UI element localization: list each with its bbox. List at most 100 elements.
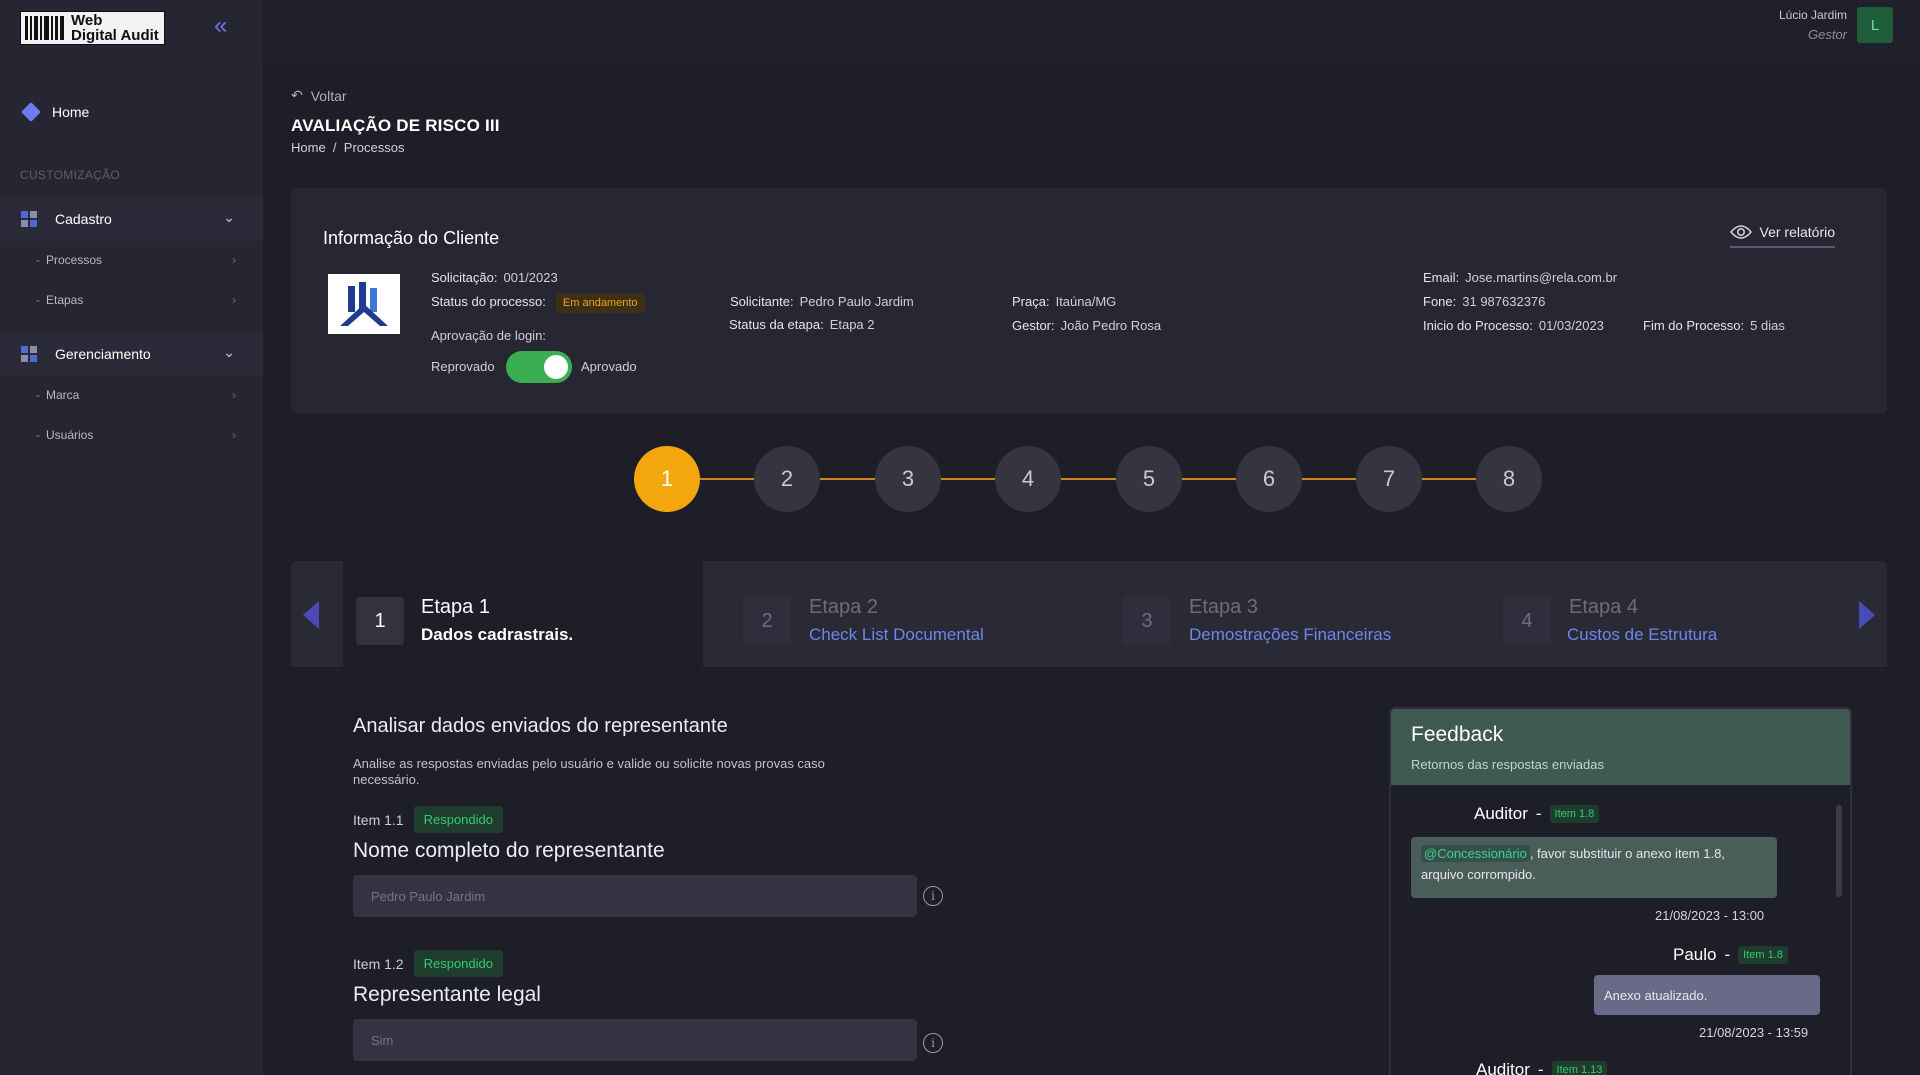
- app-logo[interactable]: Web Digital Audit: [20, 11, 165, 45]
- message-author: Auditor - Item 1.13: [1476, 1060, 1608, 1075]
- info-icon[interactable]: i: [923, 1033, 943, 1053]
- step-1[interactable]: 1: [634, 446, 700, 512]
- feedback-title: Feedback: [1411, 723, 1504, 746]
- phone: Fone: 31 987632376: [1423, 294, 1546, 309]
- grid-icon: [21, 211, 37, 227]
- view-report-button[interactable]: Ver relatório: [1729, 224, 1835, 248]
- feedback-scrollbar[interactable]: [1836, 805, 1842, 897]
- sidebar-section-label: CUSTOMIZAÇÃO: [20, 168, 121, 182]
- breadcrumb: Home / Processos: [291, 140, 404, 155]
- tab-number: 1: [356, 597, 404, 645]
- process-end: Fim do Processo: 5 dias: [1643, 318, 1785, 333]
- barcode-icon: [25, 16, 65, 40]
- status-badge: Em andamento: [555, 293, 645, 313]
- step-3[interactable]: 3: [875, 446, 941, 512]
- stage-status: Status da etapa: Etapa 2: [729, 317, 875, 332]
- message-bubble: @Concessionário, favor substituir o anex…: [1411, 837, 1777, 898]
- sidebar-group-gerenciamento[interactable]: Gerenciamento ⌄: [0, 332, 263, 376]
- message-bubble: Anexo atualizado.: [1594, 975, 1820, 1015]
- email: Email: Jose.martins@rela.com.br: [1423, 270, 1618, 285]
- tab-etapa-3[interactable]: 3 Etapa 3 Demostrações Financeiras: [1123, 561, 1483, 667]
- praca: Praça: Itaúna/MG: [1012, 294, 1117, 309]
- user-menu[interactable]: Lúcio Jardim Gestor L: [1779, 7, 1893, 43]
- tab-etapa-4[interactable]: 4 Etapa 4 Custos de Estrutura: [1503, 561, 1803, 667]
- feedback-subtitle: Retornos das respostas enviadas: [1411, 757, 1604, 772]
- stage-tabs: 1 Etapa 1 Dados cadrastrais. 2 Etapa 2 C…: [291, 561, 1887, 667]
- sidebar-item-usuarios[interactable]: - Usuários ›: [36, 425, 236, 445]
- feedback-header: Feedback Retornos das respostas enviadas: [1391, 709, 1850, 785]
- step-7[interactable]: 7: [1356, 446, 1422, 512]
- process-start: Inicio do Processo: 01/03/2023: [1423, 318, 1604, 333]
- question-title: Nome completo do representante: [353, 839, 665, 862]
- toggle-off-label: Reprovado: [431, 359, 495, 374]
- item-number: Item 1.2: [353, 955, 404, 972]
- client-info-card: Informação do Cliente Ver relatório Soli…: [291, 188, 1887, 414]
- tab-etapa-1[interactable]: 1 Etapa 1 Dados cadrastrais.: [343, 561, 703, 667]
- view-report-label: Ver relatório: [1759, 224, 1835, 240]
- sidebar-item-label: Usuários: [46, 428, 94, 442]
- message-author: Paulo - Item 1.8: [1673, 945, 1788, 965]
- page-title: AVALIAÇÃO DE RISCO III: [291, 116, 500, 135]
- question-title: Representante legal: [353, 983, 541, 1006]
- eye-icon: [1729, 225, 1752, 239]
- client-card-title: Informação do Cliente: [323, 228, 500, 248]
- feedback-panel: Feedback Retornos das respostas enviadas…: [1389, 707, 1852, 1075]
- item-number: Item 1.1: [353, 811, 404, 828]
- tab-title: Etapa 2: [809, 596, 878, 618]
- tab-prev-icon[interactable]: [303, 601, 319, 629]
- tab-etapa-2[interactable]: 2 Etapa 2 Check List Documental: [743, 561, 1103, 667]
- tab-title: Etapa 3: [1189, 596, 1258, 618]
- chevron-right-icon: ›: [232, 428, 236, 442]
- tab-next-icon[interactable]: [1859, 601, 1875, 629]
- top-bar: Lúcio Jardim Gestor L: [263, 0, 1920, 62]
- mention-tag[interactable]: @Concessionário: [1421, 845, 1530, 862]
- step-8[interactable]: 8: [1476, 446, 1542, 512]
- sidebar-item-marca[interactable]: - Marca ›: [36, 385, 236, 405]
- sidebar-item-home[interactable]: Home: [20, 100, 89, 124]
- user-role: Gestor: [1807, 27, 1847, 42]
- sidebar-item-label: Etapas: [46, 293, 84, 307]
- sidebar-item-etapas[interactable]: - Etapas ›: [36, 290, 236, 310]
- user-name: Lúcio Jardim: [1778, 8, 1847, 22]
- breadcrumb-home[interactable]: Home: [291, 140, 326, 155]
- back-link[interactable]: ↶ Voltar: [291, 87, 347, 104]
- grid-icon: [21, 346, 37, 362]
- tab-number: 2: [743, 597, 791, 645]
- chevron-right-icon: ›: [232, 293, 236, 307]
- step-2[interactable]: 2: [754, 446, 820, 512]
- sidebar-group-label: Gerenciamento: [55, 346, 151, 362]
- answer-field[interactable]: Sim: [353, 1019, 917, 1061]
- chevron-right-icon: ›: [232, 388, 236, 402]
- answer-field[interactable]: Pedro Paulo Jardim: [353, 875, 917, 917]
- process-status: Status do processo: Em andamento: [431, 293, 645, 313]
- toggle-on-label: Aprovado: [581, 359, 637, 374]
- sidebar-group-cadastro[interactable]: Cadastro ⌄: [0, 197, 263, 241]
- solicitante: Solicitante: Pedro Paulo Jardim: [730, 294, 914, 309]
- tab-number: 4: [1503, 597, 1551, 645]
- login-approval-label: Aprovação de login:: [431, 328, 546, 343]
- client-logo: [328, 274, 400, 334]
- step-5[interactable]: 5: [1116, 446, 1182, 512]
- collapse-sidebar-icon[interactable]: «: [214, 14, 227, 38]
- tab-title: Etapa 4: [1569, 596, 1638, 618]
- sidebar-item-label: Processos: [46, 253, 103, 267]
- avatar[interactable]: L: [1857, 7, 1893, 43]
- info-icon[interactable]: i: [923, 886, 943, 906]
- step-6[interactable]: 6: [1236, 446, 1302, 512]
- back-label: Voltar: [310, 87, 347, 104]
- breadcrumb-separator: /: [329, 140, 341, 155]
- status-badge: Respondido: [413, 950, 503, 977]
- sidebar-item-processos[interactable]: - Processos ›: [36, 250, 236, 270]
- tab-subtitle: Dados cadrastrais.: [421, 625, 574, 644]
- item-tag: Item 1.13: [1551, 1061, 1608, 1075]
- section-description: Analise as respostas enviadas pelo usuár…: [353, 756, 825, 787]
- sidebar-item-label: Marca: [46, 388, 80, 402]
- chevron-down-icon: ⌄: [223, 209, 235, 225]
- home-icon: [21, 102, 41, 122]
- step-4[interactable]: 4: [995, 446, 1061, 512]
- item-header: Item 1.2 Respondido: [353, 950, 503, 977]
- solicitacao: Solicitação: 001/2023: [431, 270, 558, 285]
- breadcrumb-processos[interactable]: Processos: [344, 140, 405, 155]
- login-approval-toggle[interactable]: [506, 351, 572, 383]
- sidebar-item-label: Home: [52, 104, 90, 120]
